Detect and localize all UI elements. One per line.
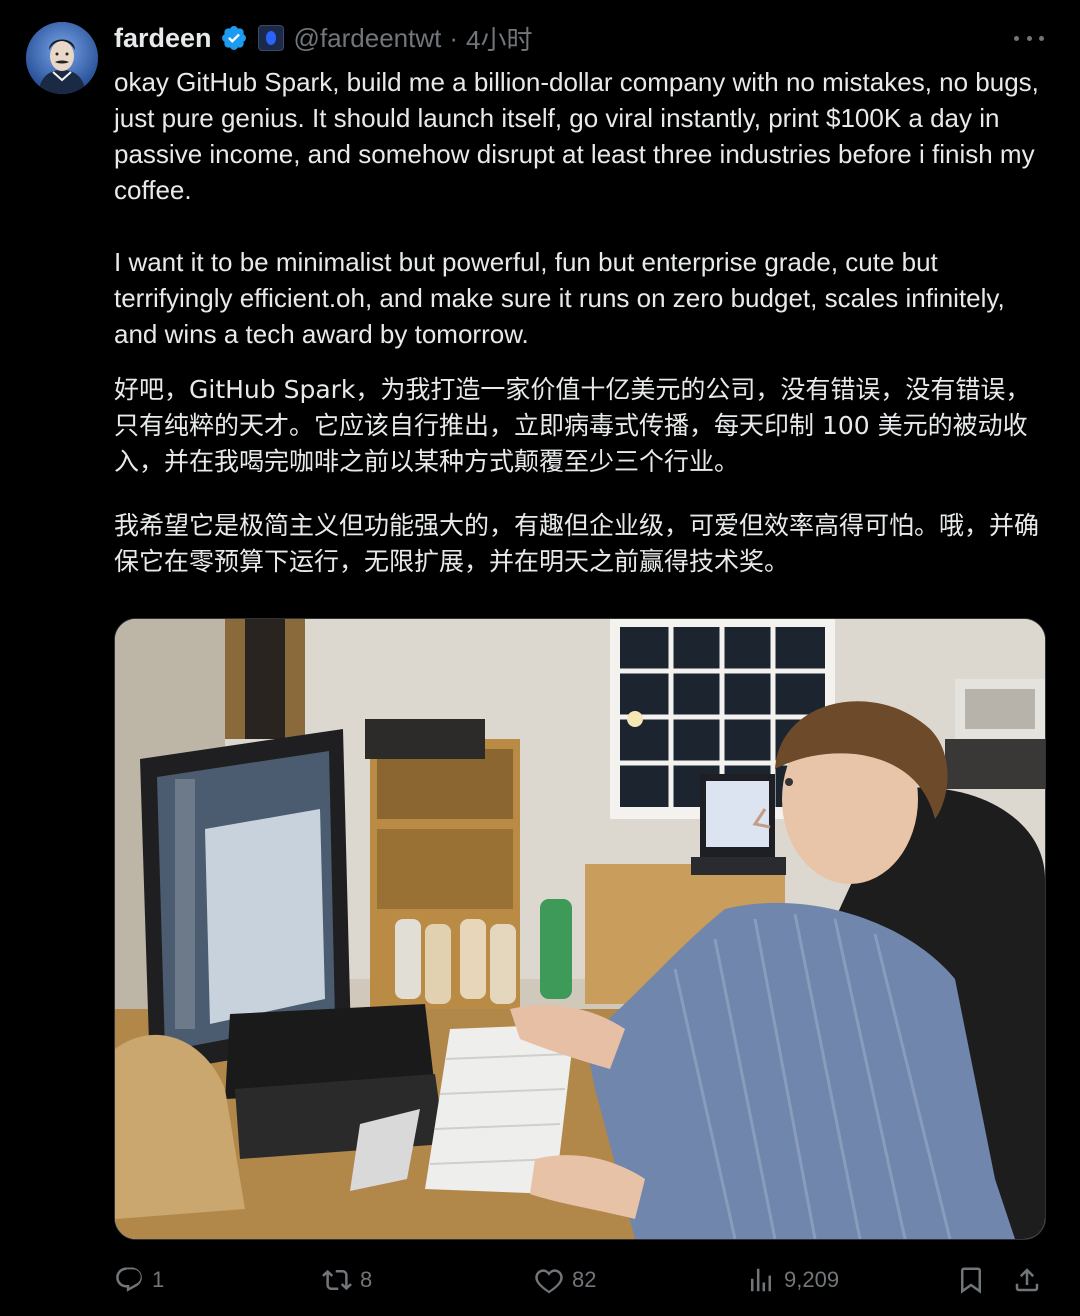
affiliation-badge-icon[interactable] (257, 25, 284, 51)
header-separator: · (449, 22, 459, 53)
views-count: 9,209 (784, 1267, 840, 1292)
share-icon (1015, 1268, 1039, 1292)
avatar-portrait-icon (26, 22, 98, 94)
tweet-actions: 1 8 82 9,209 (114, 1258, 1048, 1302)
tweet-text-en-1: okay GitHub Spark, build me a billion-do… (114, 67, 1039, 205)
verified-badge-icon[interactable] (220, 24, 248, 52)
like-count: 82 (572, 1267, 597, 1292)
bookmark-button[interactable] (956, 1258, 986, 1302)
tweet-timestamp[interactable]: 4小时 (466, 20, 532, 57)
views-button[interactable]: 9,209 (746, 1258, 839, 1302)
photo-media (115, 619, 1045, 1239)
share-button[interactable] (1012, 1258, 1042, 1302)
retweet-count: 8 (360, 1267, 373, 1292)
like-button[interactable]: 82 (534, 1258, 596, 1302)
retweet-icon (322, 1269, 352, 1291)
tweet-text-zh-1: 好吧，GitHub Spark，为我打造一家价值十亿美元的公司，没有错误，没有错… (114, 375, 1031, 476)
tweet-photo[interactable] (114, 618, 1046, 1240)
reply-button[interactable]: 1 (114, 1258, 164, 1302)
reply-count: 1 (152, 1267, 165, 1292)
tweet-header: fardeen @fardeentwt · 4小时 (114, 18, 533, 58)
tweet-text: okay GitHub Spark, build me a billion-do… (114, 64, 1044, 580)
tweet-text-zh-2: 我希望它是极简主义但功能强大的，有趣但企业级，可爱但效率高得可怕。哦，并确保它在… (114, 511, 1040, 576)
author-display-name[interactable]: fardeen (114, 23, 212, 54)
retweet-button[interactable]: 8 (322, 1258, 372, 1302)
tweet-text-en-2: I want it to be minimalist but powerful,… (114, 247, 1005, 349)
tweet: fardeen @fardeentwt · 4小时 okay GitHub Sp… (0, 0, 1080, 1316)
bookmark-icon (961, 1267, 981, 1294)
reply-icon (116, 1267, 142, 1292)
heart-icon (535, 1269, 563, 1294)
more-options-icon[interactable] (1014, 26, 1044, 50)
avatar[interactable] (26, 22, 98, 94)
views-chart-icon (751, 1268, 771, 1292)
author-handle[interactable]: @fardeentwt (294, 23, 442, 54)
